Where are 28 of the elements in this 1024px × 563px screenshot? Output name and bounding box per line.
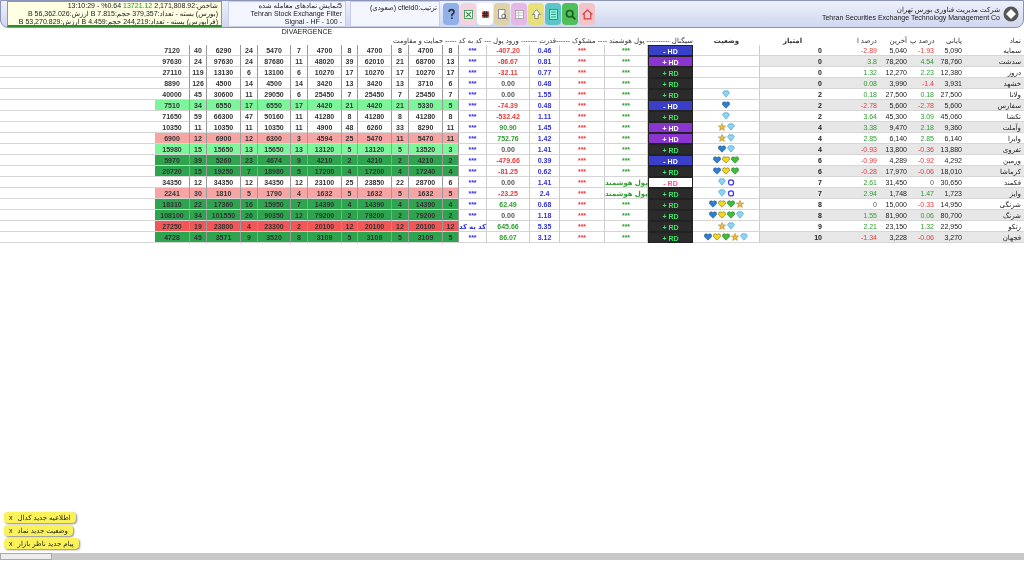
search-icon xyxy=(563,7,577,21)
help-button[interactable] xyxy=(443,3,459,25)
grid-button[interactable] xyxy=(477,3,493,25)
star-icon xyxy=(735,200,744,208)
status-cell xyxy=(693,67,760,78)
star-icon xyxy=(717,222,726,230)
up-arrow-icon xyxy=(529,7,543,21)
list-button[interactable] xyxy=(545,3,561,25)
list-icon xyxy=(546,7,560,21)
spreadsheet-icon xyxy=(461,7,475,21)
document-search-icon xyxy=(495,7,509,21)
heart-icon xyxy=(722,101,730,109)
home-icon xyxy=(580,7,594,21)
logo-icon xyxy=(1003,6,1019,22)
scrollbar-thumb[interactable] xyxy=(0,553,52,560)
up-arrow-button[interactable] xyxy=(528,3,544,25)
home-button[interactable] xyxy=(579,3,595,25)
document-search-button[interactable] xyxy=(494,3,510,25)
diamond-icon xyxy=(722,90,730,98)
status-cell xyxy=(693,45,760,56)
star-icon xyxy=(717,123,726,131)
table-icon xyxy=(512,7,526,21)
scrollbar[interactable] xyxy=(0,553,1024,560)
star-icon xyxy=(731,233,739,241)
spreadsheet-button[interactable] xyxy=(460,3,476,25)
table-button[interactable] xyxy=(511,3,527,25)
search-button[interactable] xyxy=(562,3,578,25)
star-icon xyxy=(717,134,726,142)
